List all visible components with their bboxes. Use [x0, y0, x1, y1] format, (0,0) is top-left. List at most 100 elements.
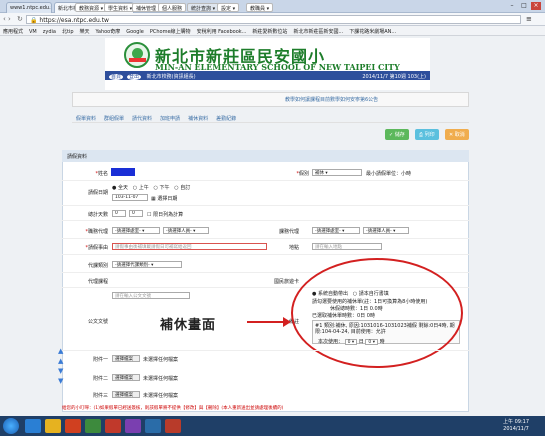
radio-afternoon[interactable]: ○ 下午	[154, 185, 170, 191]
days-input[interactable]: 0	[112, 210, 126, 217]
hours-input[interactable]: 0	[129, 210, 143, 217]
user-info: 新北市校務(資訊組長)	[146, 74, 196, 80]
agent2-person-select[interactable]: -請選擇人員- ▾	[363, 227, 409, 234]
app-icon[interactable]	[105, 419, 121, 433]
attach-button-1[interactable]: 選擇檔案	[112, 355, 140, 362]
home-button[interactable]: 首頁	[109, 74, 124, 80]
travel-card-label: 國民旅遊卡	[273, 279, 299, 285]
bookmark-item[interactable]: VM	[29, 29, 37, 35]
bookmark-item[interactable]: Google	[126, 29, 144, 35]
print-button[interactable]: ⎙ 列印	[415, 129, 439, 140]
scroll-arrows[interactable]: ▲ ▲ ▼ ▼	[58, 346, 66, 386]
substitute-label: 代課類別	[87, 263, 108, 269]
sub-teacher-label: 代理課程	[87, 279, 108, 285]
doc-input[interactable]: 請在輸入公文文號	[112, 292, 190, 299]
cancel-button[interactable]: ✕ 取消	[445, 129, 469, 140]
breadcrumb-item[interactable]: 請代資料	[132, 116, 152, 122]
agent-label: *職務代理	[85, 229, 108, 235]
bookmark-item[interactable]: 下課花路米劇場AN...	[349, 29, 396, 35]
ppt-icon[interactable]	[165, 419, 181, 433]
annotation-arrow-shaft	[247, 321, 285, 323]
date-select-button[interactable]: ▦ 選擇日期	[151, 195, 177, 202]
menu-item-active[interactable]: 統計查詢 ▾	[187, 3, 220, 12]
annotation-label: 補休畫面	[160, 318, 217, 333]
start-button[interactable]	[3, 418, 19, 434]
row-divider	[62, 180, 469, 181]
app-icon[interactable]	[125, 419, 141, 433]
place-input[interactable]: 請在輸入地點	[312, 243, 382, 250]
url-field[interactable]: 🔒 https://esa.ntpc.edu.tw	[26, 15, 521, 24]
media-icon[interactable]	[65, 419, 81, 433]
word-icon[interactable]	[145, 419, 161, 433]
breadcrumb-item[interactable]: 假單資料	[76, 116, 96, 122]
breadcrumb-item[interactable]: 加班申請	[160, 116, 180, 122]
minimize-icon[interactable]: –	[507, 2, 517, 10]
breadcrumb-item[interactable]: 補休資料	[188, 116, 208, 122]
bookmark-item[interactable]: 應用程式	[3, 29, 23, 35]
attach-label-3: 附件三	[92, 393, 108, 399]
row-divider	[62, 205, 469, 206]
menu-item[interactable]: 教職員 ▾	[246, 3, 274, 12]
annotation-arrow-icon	[283, 317, 291, 327]
bookmark-item[interactable]: 北tip	[62, 29, 74, 35]
date-options: ● 全天 ○ 上午 ○ 下午 ○ 自訂	[112, 184, 190, 191]
agent2-dept-select[interactable]: -請選擇處室- ▾	[312, 227, 360, 234]
menu-links[interactable]: 教學如何讓課程目前數學如何安寧第6公告	[285, 96, 378, 103]
reason-label: *請假事由	[85, 245, 108, 251]
form-title: 請假資料	[62, 150, 469, 162]
bookmark-item[interactable]: PChome線上購物	[150, 29, 191, 35]
breadcrumb-item[interactable]: 差勤紀錄	[216, 116, 236, 122]
breadcrumb-item[interactable]: 群組假單	[104, 116, 124, 122]
menu-item[interactable]: 補休管理	[132, 3, 161, 12]
name-label: *姓名	[95, 171, 108, 177]
days-note[interactable]: ☐ 限日列為計算	[147, 211, 183, 218]
bookmark-item[interactable]: 新莊愛新數位站	[252, 29, 287, 35]
bookmark-item[interactable]: Yahoo奇摩	[96, 29, 121, 35]
school-nav-strip: 首頁 登出 新北市校務(資訊組長) 2014/11/7 第10週 103(上)	[105, 71, 430, 80]
radio-full-day[interactable]: ● 全天	[112, 185, 128, 191]
menu-item[interactable]: 設定 ▾	[217, 3, 240, 12]
agent-person-select[interactable]: -請選擇人員- ▾	[163, 227, 209, 234]
menu-item[interactable]: 個人服務	[158, 3, 187, 12]
agent-dept-select[interactable]: -請選擇處室- ▾	[112, 227, 160, 234]
row-divider	[62, 350, 469, 351]
radio-morning[interactable]: ○ 上午	[133, 185, 149, 191]
attach-label-1: 附件一	[92, 357, 108, 363]
radio-custom[interactable]: ○ 自訂	[174, 185, 190, 191]
browser-tab-1[interactable]: www1.ntpc.edu.tw	[6, 2, 52, 13]
logout-button[interactable]: 登出	[127, 74, 142, 80]
place-label: 地點	[288, 245, 299, 251]
reason-input[interactable]: 請假事由後補填載請假日可補寫給返回	[112, 243, 267, 250]
explorer-icon[interactable]	[45, 419, 61, 433]
chrome-icon[interactable]	[85, 419, 101, 433]
attach-status-1: 未選擇任何檔案	[143, 357, 179, 363]
ie-icon[interactable]	[25, 419, 41, 433]
date-input[interactable]: 103-11-07	[112, 194, 148, 201]
close-icon[interactable]: ×	[531, 2, 541, 10]
bookmark-item[interactable]: 安稅利用 Facebook...	[197, 29, 247, 35]
row-divider	[62, 238, 469, 239]
date-label: 請假日期	[87, 190, 108, 196]
attach-button-2[interactable]: 選擇檔案	[112, 374, 140, 381]
lock-icon: 🔒	[30, 17, 38, 24]
bookmark-item[interactable]: 新北市新莊區新安國...	[293, 29, 343, 35]
bookmarks-bar: 應用程式 VM zydia 北tip 樂天 Yahoo奇摩 Google PChome線上購物…	[0, 26, 545, 36]
attach-button-3[interactable]: 選擇檔案	[112, 391, 140, 398]
clock[interactable]: 上午 09:17 2014/11/7	[503, 419, 529, 433]
doc-label: 公文文號	[87, 319, 108, 325]
bookmark-item[interactable]: zydia	[43, 29, 56, 35]
window-controls: – □ ×	[505, 2, 541, 10]
annotation-ellipse	[291, 258, 463, 368]
taskbar	[0, 416, 545, 436]
reload-icon[interactable]: ↻	[17, 15, 23, 23]
school-logo	[124, 42, 150, 68]
menu-item[interactable]: 教務資源 ▾	[75, 3, 108, 12]
main-menu-bar	[72, 92, 469, 107]
type-select[interactable]: 補休 ▾	[312, 169, 362, 176]
save-button[interactable]: ✓ 儲存	[385, 129, 409, 140]
substitute-select[interactable]: -請選擇代課類別- ▾	[112, 261, 182, 268]
menu-icon[interactable]: ≡	[526, 15, 532, 23]
maximize-icon[interactable]: □	[519, 2, 529, 10]
bookmark-item[interactable]: 樂天	[80, 29, 90, 35]
back-icon[interactable]: ‹ ›	[3, 15, 11, 23]
